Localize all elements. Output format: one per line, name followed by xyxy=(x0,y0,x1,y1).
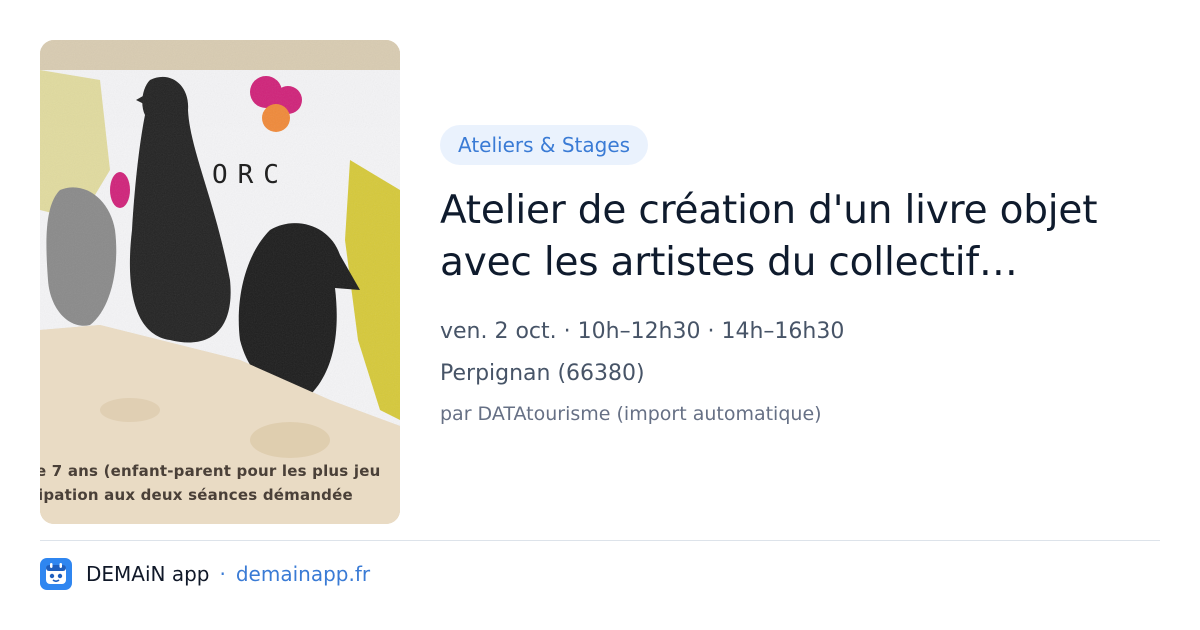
card-footer: DEMAiN app · demainapp.fr xyxy=(40,557,370,591)
event-location: Perpignan (66380) xyxy=(440,361,645,386)
artwork-letters: ORC xyxy=(212,160,289,190)
site-link[interactable]: demainapp.fr xyxy=(236,562,370,586)
thumbnail-caption-line-2: ipation aux deux séances démandée xyxy=(40,486,353,504)
event-schedule: ven. 2 oct. · 10h–12h30 · 14h–16h30 xyxy=(440,319,845,344)
app-name: DEMAiN app xyxy=(86,562,210,586)
event-title[interactable]: Atelier de création d'un livre objet ave… xyxy=(440,185,1140,289)
footer-separator: · xyxy=(219,562,226,586)
app-logo-icon xyxy=(46,563,66,584)
footer-divider xyxy=(40,540,1160,541)
event-link-card[interactable]: ORC e 7 ans (enfant-parent pour les plus… xyxy=(0,0,1200,630)
event-author: par DATAtourisme (import automatique) xyxy=(440,403,822,425)
event-details: Ateliers & Stages Atelier de création d'… xyxy=(440,125,1160,427)
demain-app-icon xyxy=(40,558,72,590)
category-badge[interactable]: Ateliers & Stages xyxy=(440,125,649,165)
event-thumbnail[interactable]: ORC e 7 ans (enfant-parent pour les plus… xyxy=(40,40,400,524)
thumbnail-illustration xyxy=(40,40,400,524)
thumbnail-caption-line-1: e 7 ans (enfant-parent pour les plus jeu xyxy=(40,462,381,480)
